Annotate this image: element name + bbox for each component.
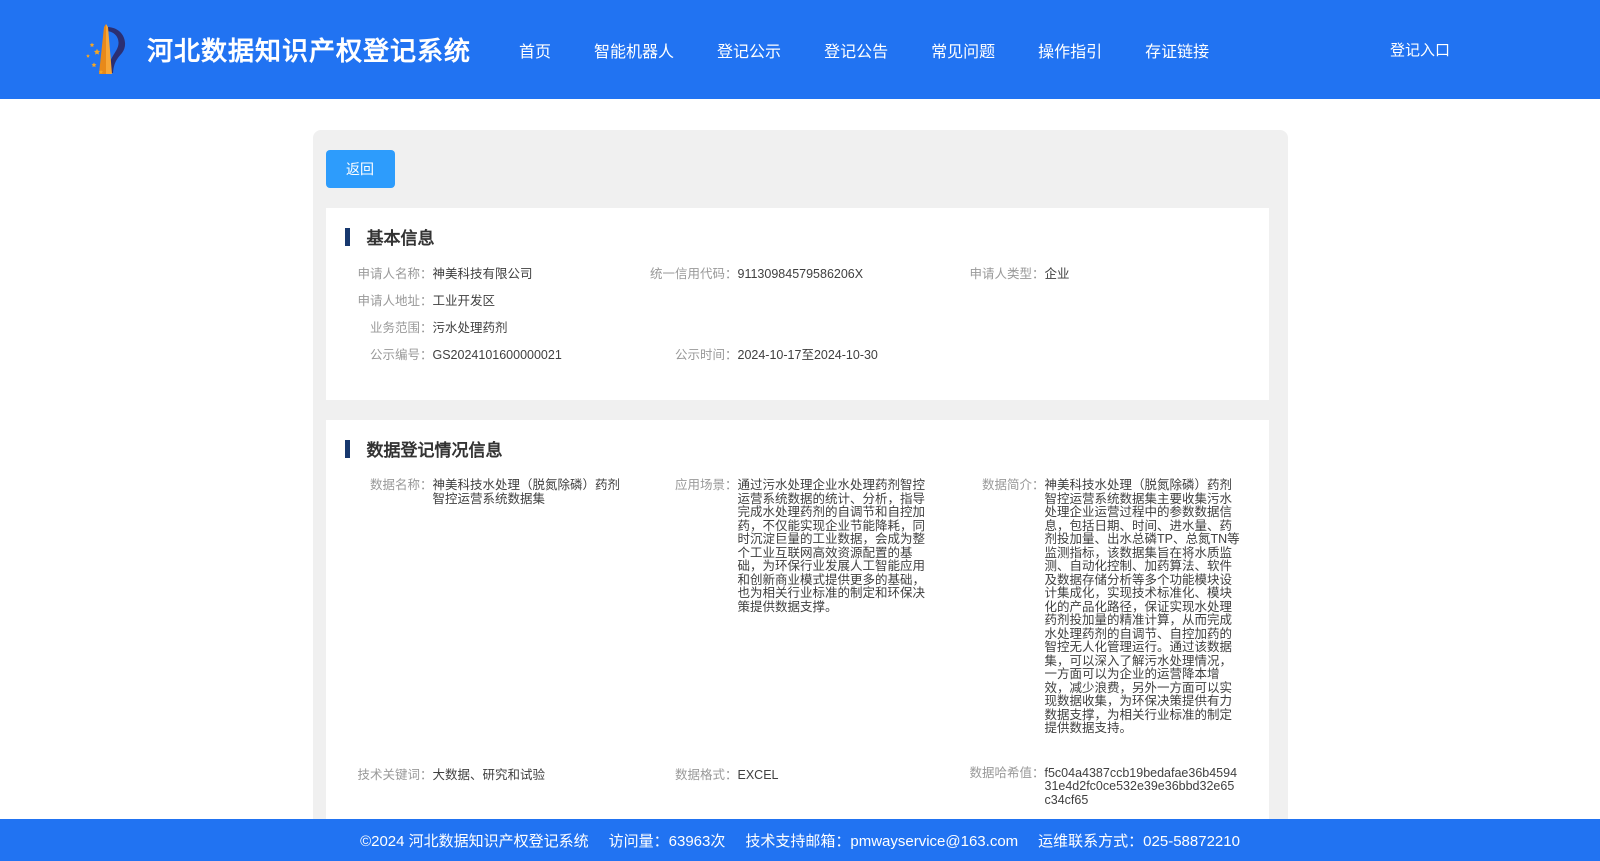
field-data-hash: 数据哈希值： f5c04a4387ccb19bedafae36b459431e4… <box>945 765 1249 808</box>
field-label: 数据格式： <box>674 767 738 782</box>
field-label: 数据名称： <box>369 478 433 492</box>
field-value: f5c04a4387ccb19bedafae36b459431e4d2fc0ce… <box>1044 765 1238 807</box>
field-value: 污水处理药剂 <box>432 321 508 335</box>
field-label: 技术关键词： <box>357 767 433 782</box>
nav-item-evidence-link[interactable]: 存证链接 <box>1145 38 1209 62</box>
top-header: 河北数据知识产权登记系统 首页 智能机器人 登记公示 登记公告 常见问题 操作指… <box>0 0 1600 99</box>
nav-item-faq[interactable]: 常见问题 <box>931 38 995 62</box>
field-value: EXCEL <box>737 767 779 782</box>
footer-contact-phone: 运维联系方式：025-58872210 <box>1038 832 1240 850</box>
basic-info-row: 申请人名称： 神美科技有限公司 统一信用代码： 9113098457958620… <box>345 266 1249 283</box>
registration-info-panel: 数据登记情况信息 数据名称： 神美科技水处理（脱氮除磷）药剂智控运营系统数据集 … <box>325 420 1269 819</box>
nav-item-robot[interactable]: 智能机器人 <box>594 38 674 62</box>
field-publicity-no: 公示编号： GS2024101600000021 <box>345 347 638 364</box>
registration-info-title: 数据登记情况信息 <box>344 436 1249 461</box>
field-application-scenario: 应用场景： 通过污水处理企业水处理药剂智控运营系统数据的统计、分析，指导完成水处… <box>638 478 945 736</box>
title-accent-bar <box>344 227 350 246</box>
main-area: 返回 基本信息 申请人名称： 神美科技有限公司 统一信用代码： 91130984… <box>0 99 1600 819</box>
field-label: 数据哈希值： <box>969 765 1045 780</box>
footer-copyright: ©2024 河北数据知识产权登记系统 <box>360 832 589 850</box>
field-business-scope: 业务范围： 污水处理药剂 <box>345 320 638 337</box>
back-button[interactable]: 返回 <box>325 150 395 188</box>
nav-item-publicity[interactable]: 登记公示 <box>717 38 781 62</box>
field-value: 2024-10-17至2024-10-30 <box>737 348 878 362</box>
field-value: GS2024101600000021 <box>432 348 562 362</box>
field-applicant-address: 申请人地址： 工业开发区 <box>345 293 638 310</box>
registration-row-descriptions: 数据名称： 神美科技水处理（脱氮除磷）药剂智控运营系统数据集 应用场景： 通过污… <box>345 478 1249 736</box>
basic-info-row: 申请人地址： 工业开发区 <box>345 293 1249 310</box>
field-label: 申请人类型： <box>969 267 1045 281</box>
field-data-name: 数据名称： 神美科技水处理（脱氮除磷）药剂智控运营系统数据集 <box>345 478 638 736</box>
field-applicant-name: 申请人名称： 神美科技有限公司 <box>345 266 638 283</box>
basic-info-row: 公示编号： GS2024101600000021 公示时间： 2024-10-1… <box>345 347 1249 364</box>
field-value: 神美科技有限公司 <box>432 267 533 281</box>
field-tech-keywords: 技术关键词： 大数据、研究和试验 <box>345 767 638 808</box>
panel-title-text: 数据登记情况信息 <box>366 441 503 460</box>
page-footer: ©2024 河北数据知识产权登记系统 访问量：63963次 技术支持邮箱：pmw… <box>0 819 1600 861</box>
field-applicant-type: 申请人类型： 企业 <box>945 266 1249 283</box>
nav-item-announcement[interactable]: 登记公告 <box>824 38 888 62</box>
nav-item-guide[interactable]: 操作指引 <box>1038 38 1102 62</box>
field-credit-code: 统一信用代码： 91130984579586206X <box>638 266 945 283</box>
field-value: 大数据、研究和试验 <box>432 767 546 782</box>
detail-card: 返回 基本信息 申请人名称： 神美科技有限公司 统一信用代码： 91130984… <box>312 130 1288 819</box>
field-label: 申请人名称： <box>357 267 433 281</box>
main-nav: 首页 智能机器人 登记公示 登记公告 常见问题 操作指引 存证链接 <box>519 38 1209 62</box>
field-label: 业务范围： <box>369 321 433 335</box>
registration-row-meta: 技术关键词： 大数据、研究和试验 数据格式： EXCEL 数据哈希值： f5c0… <box>345 765 1249 808</box>
field-value: 神美科技水处理（脱氮除磷）药剂智控运营系统数据集主要收集污水处理企业运营过程中的… <box>1044 478 1240 735</box>
field-label: 公示编号： <box>369 348 433 362</box>
field-label: 公示时间： <box>674 348 738 362</box>
field-label: 申请人地址： <box>357 294 433 308</box>
basic-info-title: 基本信息 <box>344 224 1249 249</box>
field-label: 应用场景： <box>674 478 738 492</box>
field-data-summary: 数据简介： 神美科技水处理（脱氮除磷）药剂智控运营系统数据集主要收集污水处理企业… <box>945 478 1249 736</box>
field-value: 通过污水处理企业水处理药剂智控运营系统数据的统计、分析，指导完成水处理药剂的自调… <box>737 478 926 614</box>
field-label: 数据简介： <box>981 478 1045 492</box>
panel-title-text: 基本信息 <box>366 229 435 248</box>
field-data-format: 数据格式： EXCEL <box>638 767 945 808</box>
nav-item-home[interactable]: 首页 <box>519 38 551 62</box>
site-title: 河北数据知识产权登记系统 <box>147 36 472 66</box>
footer-support-email: 技术支持邮箱：pmwayservice@163.com <box>745 832 1019 850</box>
field-value: 工业开发区 <box>432 294 496 308</box>
field-value: 神美科技水处理（脱氮除磷）药剂智控运营系统数据集 <box>432 478 621 506</box>
footer-visit-count: 访问量：63963次 <box>608 832 726 850</box>
basic-info-panel: 基本信息 申请人名称： 神美科技有限公司 统一信用代码： 91130984579… <box>325 208 1269 400</box>
field-publicity-period: 公示时间： 2024-10-17至2024-10-30 <box>638 347 945 364</box>
field-label: 统一信用代码： <box>649 267 738 281</box>
basic-info-row: 业务范围： 污水处理药剂 <box>345 320 1249 337</box>
field-value: 91130984579586206X <box>737 267 864 281</box>
login-entry-link[interactable]: 登记入口 <box>1390 39 1450 60</box>
site-logo-icon <box>86 23 126 74</box>
title-accent-bar <box>344 439 350 458</box>
field-value: 企业 <box>1044 267 1070 281</box>
